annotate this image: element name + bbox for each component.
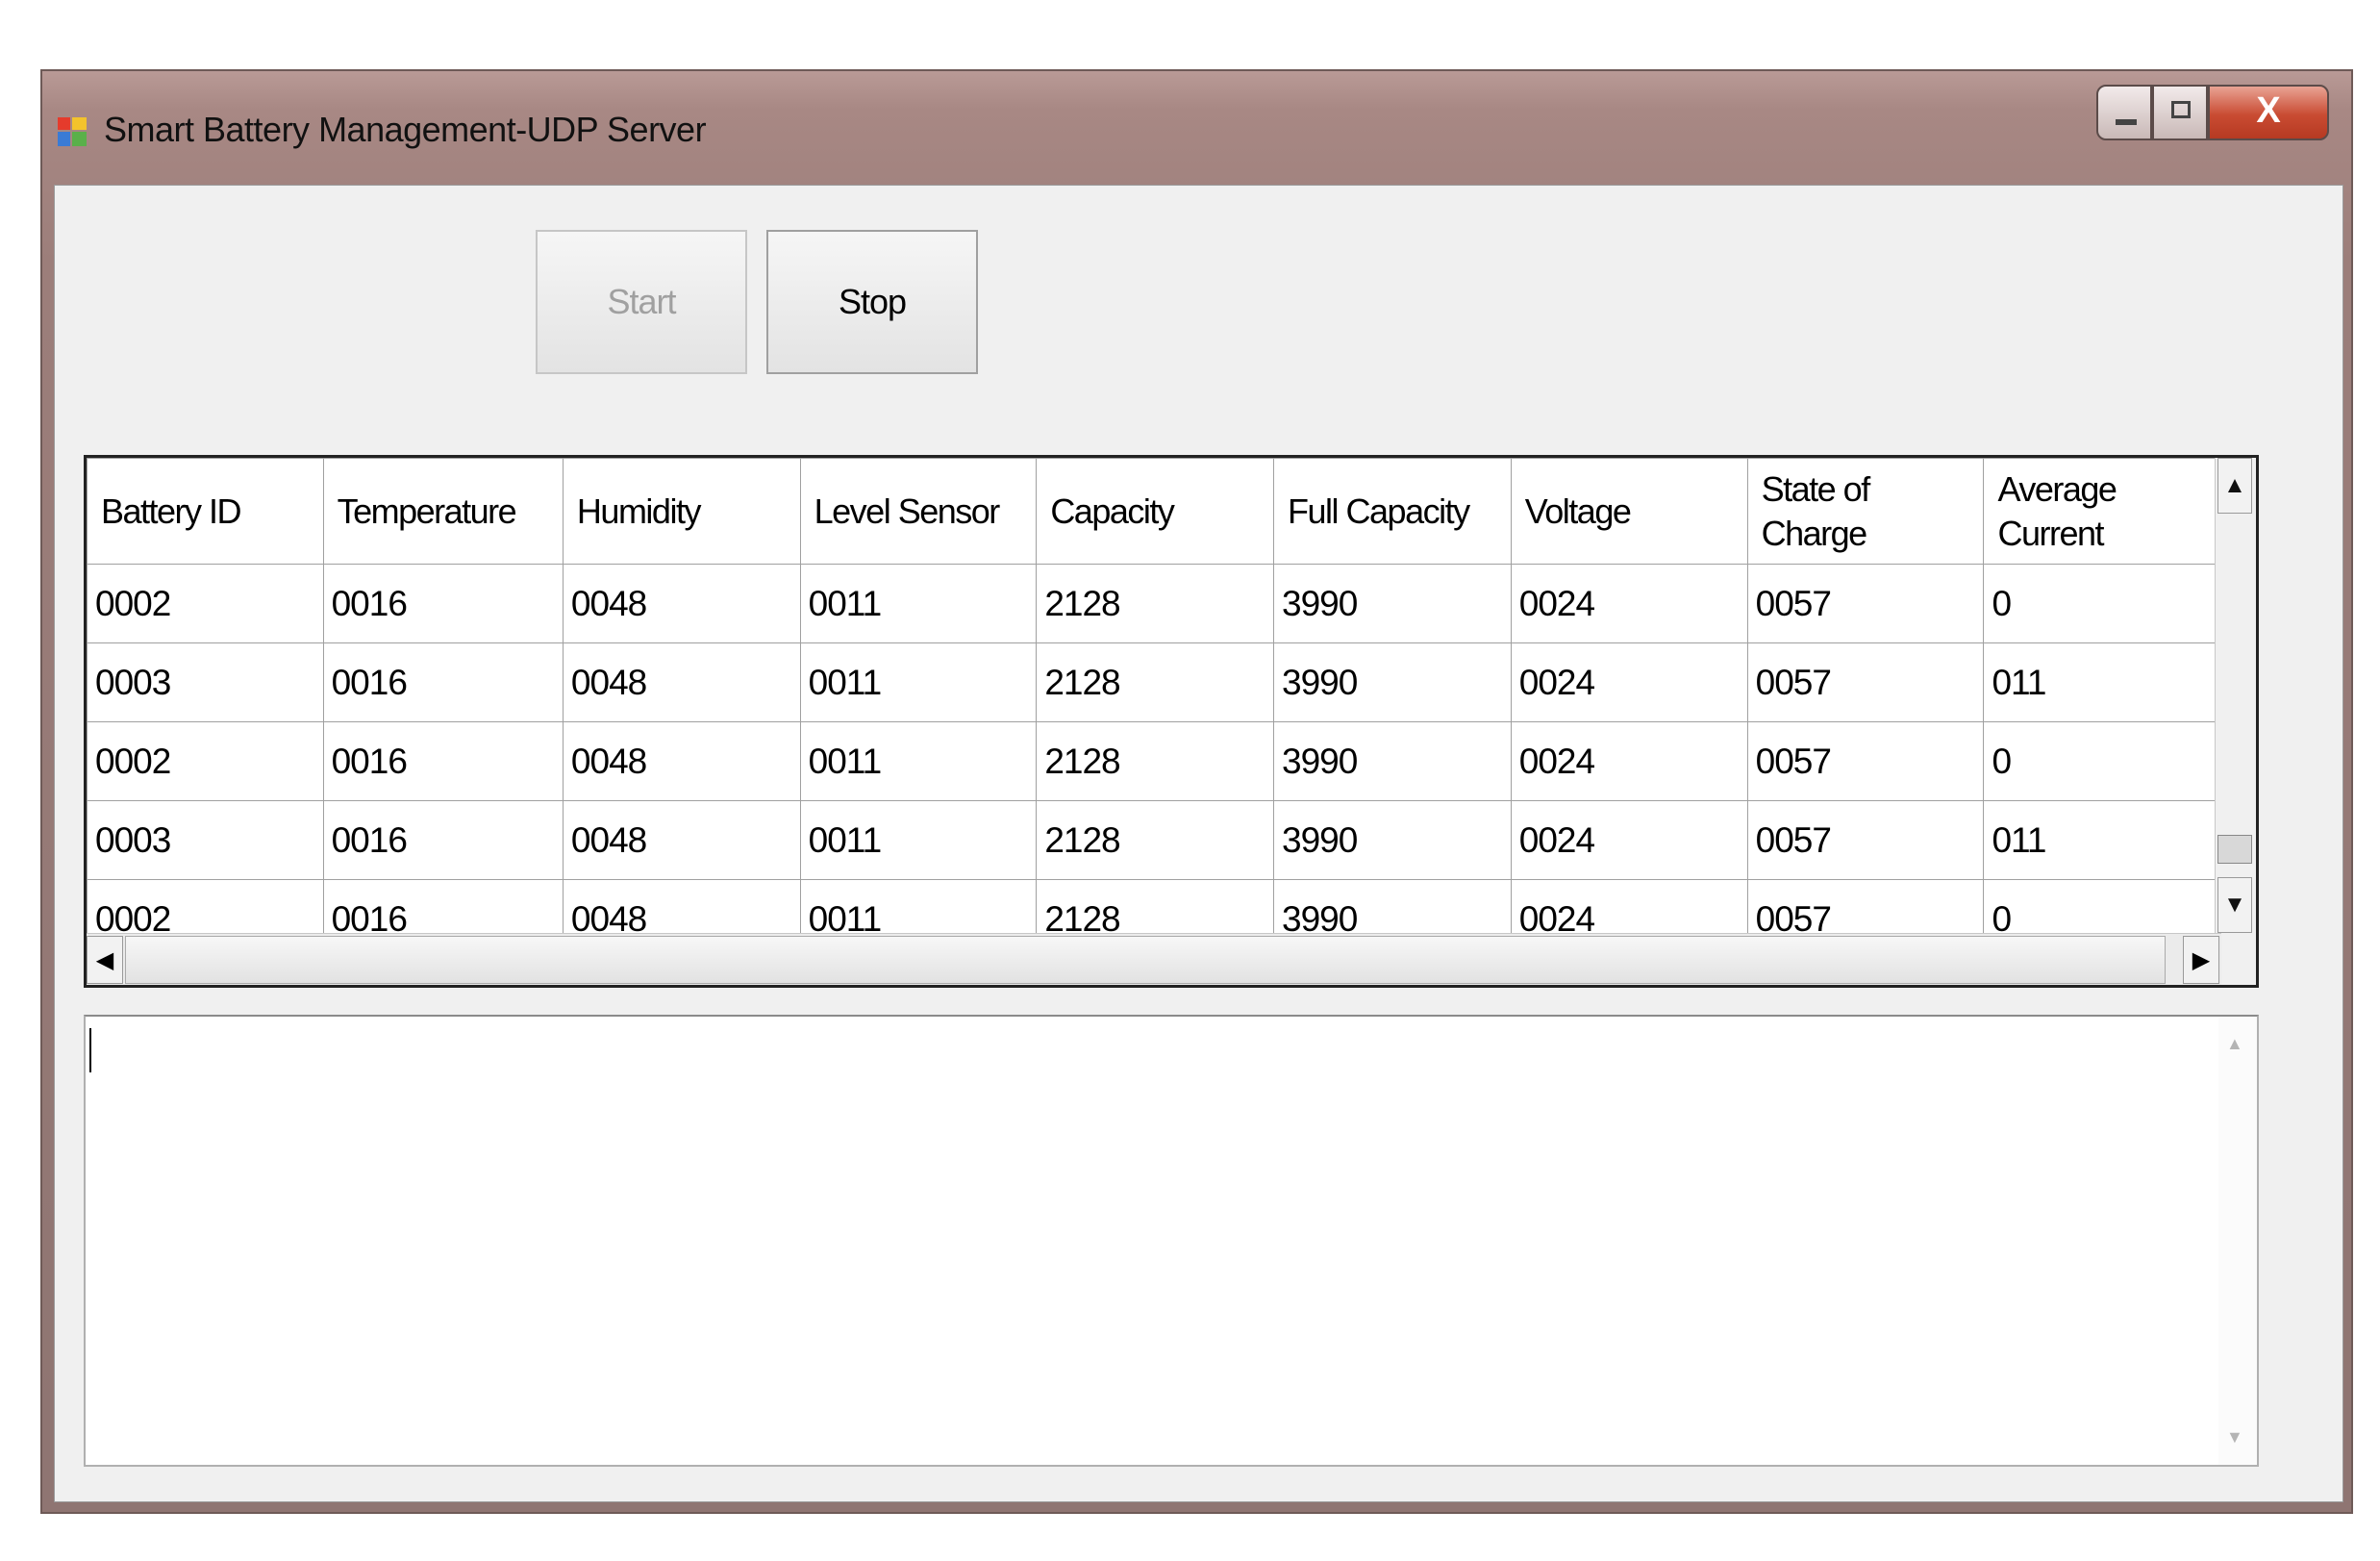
- cell-voltage[interactable]: 0024: [1510, 721, 1748, 801]
- cell-capacity[interactable]: 2128: [1036, 879, 1275, 933]
- grid-horizontal-scrollbar[interactable]: ◀ ▶: [87, 933, 2221, 985]
- cell-average-current[interactable]: 011: [1983, 642, 2221, 722]
- log-vertical-scrollbar[interactable]: ▲ ▼: [2218, 1017, 2257, 1465]
- cell-temperature[interactable]: 0016: [322, 564, 564, 643]
- battery-table: Battery ID Temperature Humidity Level Se…: [87, 458, 2221, 933]
- scroll-up-button[interactable]: ▲: [2217, 458, 2252, 514]
- cell-state-of-charge[interactable]: 0057: [1746, 642, 1985, 722]
- stop-button[interactable]: Stop: [766, 230, 978, 374]
- column-header-average-current[interactable]: Average Current: [1983, 458, 2221, 565]
- scroll-down-button[interactable]: ▼: [2217, 877, 2252, 933]
- cell-full-capacity[interactable]: 3990: [1273, 879, 1512, 933]
- column-header-battery-id[interactable]: Battery ID: [87, 458, 324, 565]
- battery-data-grid[interactable]: Battery ID Temperature Humidity Level Se…: [84, 455, 2259, 988]
- cell-temperature[interactable]: 0016: [322, 721, 564, 801]
- close-button[interactable]: X: [2208, 85, 2329, 140]
- cell-level-sensor[interactable]: 0011: [799, 800, 1038, 880]
- cell-full-capacity[interactable]: 3990: [1273, 800, 1512, 880]
- log-scroll-up-icon[interactable]: ▲: [2226, 1034, 2243, 1054]
- cell-average-current[interactable]: 011: [1983, 800, 2221, 880]
- cell-voltage[interactable]: 0024: [1510, 564, 1748, 643]
- table-row[interactable]: 0003 0016 0048 0011 2128 3990 0024 0057 …: [87, 642, 2221, 722]
- column-header-capacity[interactable]: Capacity: [1036, 458, 1275, 565]
- vertical-scroll-thumb[interactable]: [2217, 835, 2252, 864]
- cell-level-sensor[interactable]: 0011: [799, 721, 1038, 801]
- grid-viewport: Battery ID Temperature Humidity Level Se…: [87, 458, 2221, 933]
- scroll-right-button[interactable]: ▶: [2183, 936, 2219, 984]
- column-header-temperature[interactable]: Temperature: [322, 458, 564, 565]
- cell-state-of-charge[interactable]: 0057: [1746, 879, 1985, 933]
- column-header-humidity[interactable]: Humidity: [562, 458, 801, 565]
- cell-state-of-charge[interactable]: 0057: [1746, 800, 1985, 880]
- maximize-icon: [2171, 101, 2191, 118]
- log-textarea[interactable]: ▲ ▼: [84, 1015, 2259, 1467]
- log-scroll-down-icon[interactable]: ▼: [2226, 1427, 2243, 1448]
- horizontal-scroll-thumb[interactable]: [125, 936, 2166, 984]
- column-header-level-sensor[interactable]: Level Sensor: [799, 458, 1038, 565]
- main-window: Smart Battery Management-UDP Server X St…: [40, 69, 2353, 1514]
- app-icon: [58, 117, 87, 146]
- scrollbar-corner: [2221, 933, 2256, 985]
- cell-humidity[interactable]: 0048: [562, 642, 801, 722]
- client-area: Start Stop Battery ID Temperature Humidi…: [54, 185, 2343, 1502]
- column-header-state-of-charge[interactable]: State of Charge: [1746, 458, 1985, 565]
- cell-voltage[interactable]: 0024: [1510, 642, 1748, 722]
- text-caret: [89, 1028, 91, 1072]
- cell-full-capacity[interactable]: 3990: [1273, 642, 1512, 722]
- window-title: Smart Battery Management-UDP Server: [104, 110, 707, 149]
- cell-humidity[interactable]: 0048: [562, 721, 801, 801]
- cell-capacity[interactable]: 2128: [1036, 800, 1275, 880]
- minimize-icon: [2116, 119, 2137, 125]
- cell-humidity[interactable]: 0048: [562, 564, 801, 643]
- cell-battery-id[interactable]: 0003: [87, 642, 324, 722]
- column-header-voltage[interactable]: Voltage: [1510, 458, 1748, 565]
- grid-vertical-scrollbar[interactable]: ▲ ▼: [2215, 458, 2256, 933]
- cell-battery-id[interactable]: 0002: [87, 879, 324, 933]
- cell-battery-id[interactable]: 0002: [87, 721, 324, 801]
- scroll-left-button[interactable]: ◀: [87, 936, 123, 984]
- title-bar[interactable]: Smart Battery Management-UDP Server X: [42, 71, 2351, 185]
- cell-capacity[interactable]: 2128: [1036, 642, 1275, 722]
- column-header-full-capacity[interactable]: Full Capacity: [1273, 458, 1512, 565]
- cell-full-capacity[interactable]: 3990: [1273, 721, 1512, 801]
- cell-average-current[interactable]: 0: [1983, 564, 2221, 643]
- cell-temperature[interactable]: 0016: [322, 800, 564, 880]
- cell-state-of-charge[interactable]: 0057: [1746, 721, 1985, 801]
- cell-temperature[interactable]: 0016: [322, 642, 564, 722]
- cell-level-sensor[interactable]: 0011: [799, 564, 1038, 643]
- cell-level-sensor[interactable]: 0011: [799, 879, 1038, 933]
- header-row: Battery ID Temperature Humidity Level Se…: [87, 458, 2221, 565]
- cell-capacity[interactable]: 2128: [1036, 564, 1275, 643]
- cell-voltage[interactable]: 0024: [1510, 800, 1748, 880]
- table-row[interactable]: 0002 0016 0048 0011 2128 3990 0024 0057 …: [87, 564, 2221, 643]
- table-row[interactable]: 0002 0016 0048 0011 2128 3990 0024 0057 …: [87, 721, 2221, 801]
- cell-average-current[interactable]: 0: [1983, 879, 2221, 933]
- cell-humidity[interactable]: 0048: [562, 879, 801, 933]
- cell-full-capacity[interactable]: 3990: [1273, 564, 1512, 643]
- cell-capacity[interactable]: 2128: [1036, 721, 1275, 801]
- start-button[interactable]: Start: [536, 230, 747, 374]
- maximize-button[interactable]: [2152, 85, 2208, 140]
- cell-battery-id[interactable]: 0003: [87, 800, 324, 880]
- cell-level-sensor[interactable]: 0011: [799, 642, 1038, 722]
- cell-humidity[interactable]: 0048: [562, 800, 801, 880]
- table-row[interactable]: 0002 0016 0048 0011 2128 3990 0024 0057 …: [87, 879, 2221, 933]
- cell-average-current[interactable]: 0: [1983, 721, 2221, 801]
- cell-temperature[interactable]: 0016: [322, 879, 564, 933]
- cell-voltage[interactable]: 0024: [1510, 879, 1748, 933]
- cell-battery-id[interactable]: 0002: [87, 564, 324, 643]
- minimize-button[interactable]: [2096, 85, 2152, 140]
- cell-state-of-charge[interactable]: 0057: [1746, 564, 1985, 643]
- close-icon: X: [2256, 90, 2281, 131]
- table-row[interactable]: 0003 0016 0048 0011 2128 3990 0024 0057 …: [87, 800, 2221, 880]
